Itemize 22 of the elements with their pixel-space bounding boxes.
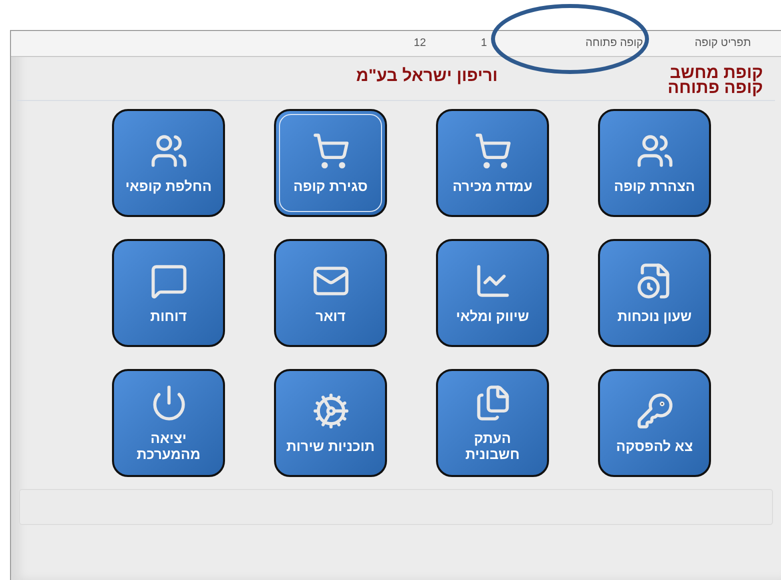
menu-button[interactable]: יציאה מהמערכת bbox=[112, 369, 225, 477]
menu-button[interactable]: תוכניות שירות bbox=[274, 369, 387, 477]
menu-button[interactable]: הצהרת קופה bbox=[598, 109, 711, 217]
menu-button[interactable]: העתק חשבונית bbox=[436, 369, 549, 477]
company-name: וריפון ישראל בע"מ bbox=[356, 65, 498, 87]
users-icon bbox=[150, 132, 188, 170]
menu-button[interactable]: שיווק ומלאי bbox=[436, 239, 549, 347]
menu-button[interactable]: שעון נוכחות bbox=[598, 239, 711, 347]
header-subtitle: קופה פתוחה bbox=[668, 80, 763, 94]
menu-button[interactable]: החלפת קופאי bbox=[112, 109, 225, 217]
top-bar-text: קופה פתוחה bbox=[584, 36, 643, 52]
menu-button[interactable]: צא להפסקה bbox=[598, 369, 711, 477]
key-icon bbox=[636, 392, 674, 430]
menu-button[interactable]: סגירת קופה bbox=[274, 109, 387, 217]
menu-button[interactable]: דואר bbox=[274, 239, 387, 347]
menu-button[interactable]: דוחות bbox=[112, 239, 225, 347]
top-bar-text: 12 bbox=[412, 36, 426, 52]
top-bar-text: תפריט קופה bbox=[694, 36, 751, 52]
header-title: קופת מחשב bbox=[668, 64, 763, 80]
menu-button[interactable]: עמדת מכירה bbox=[436, 109, 549, 217]
top-bar-text: 1 bbox=[480, 36, 487, 52]
shopping-cart-icon bbox=[474, 132, 512, 170]
